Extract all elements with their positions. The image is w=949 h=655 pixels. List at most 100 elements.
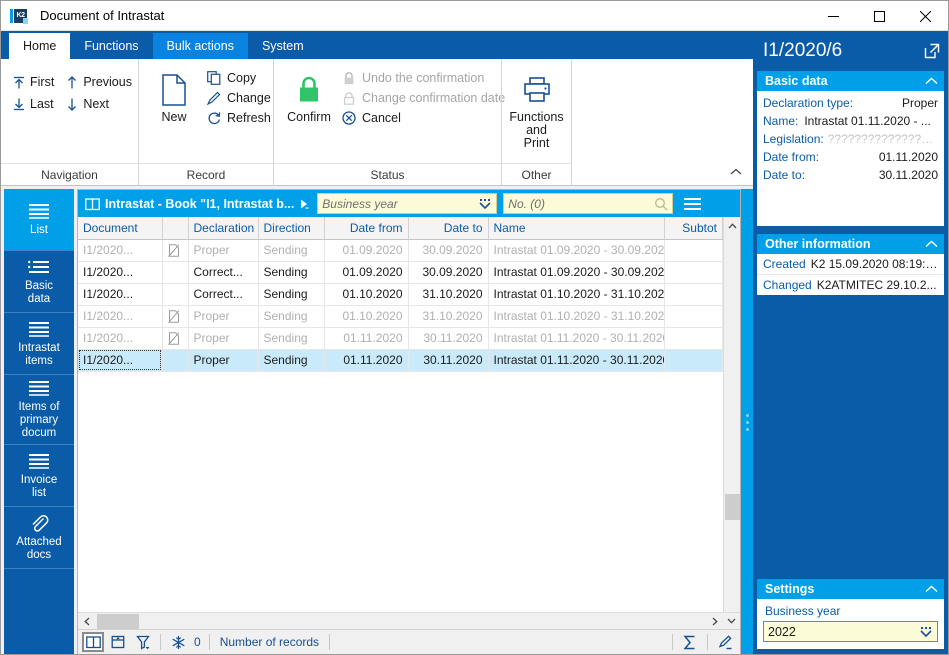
dropdown-fuzzy-icon[interactable] bbox=[478, 198, 492, 210]
scroll-down-arrow[interactable] bbox=[723, 613, 740, 630]
content-area: List Basic data Intrastat bbox=[1, 186, 753, 655]
cancel-button-label: Cancel bbox=[362, 111, 401, 125]
open-external-icon[interactable] bbox=[924, 43, 940, 59]
nav-first-button[interactable]: First bbox=[9, 73, 60, 91]
sidebar-item-attached-docs[interactable]: Attached docs bbox=[4, 507, 74, 569]
column-header-flag[interactable] bbox=[162, 217, 188, 239]
business-year-select[interactable]: 2022 bbox=[763, 621, 938, 642]
undo-confirmation-button[interactable]: Undo the confirmation bbox=[336, 69, 511, 87]
close-button[interactable] bbox=[902, 1, 948, 31]
tab-functions[interactable]: Functions bbox=[70, 33, 152, 59]
cell-date-from: 01.10.2020 bbox=[324, 305, 408, 327]
column-header-declaration[interactable]: Declaration bbox=[188, 217, 258, 239]
section-header-other-information[interactable]: Other information bbox=[757, 234, 944, 254]
snowflake-icon[interactable] bbox=[167, 632, 189, 652]
copy-button[interactable]: Copy bbox=[201, 69, 277, 87]
change-confirmation-date-button[interactable]: Change confirmation date bbox=[336, 89, 511, 107]
horizontal-scrollbar[interactable] bbox=[78, 612, 740, 629]
nav-next-button[interactable]: Next bbox=[62, 95, 138, 113]
caret-right-icon[interactable] bbox=[299, 198, 311, 210]
number-of-records-label[interactable]: Number of records bbox=[216, 635, 323, 649]
panel-splitter[interactable] bbox=[741, 189, 753, 655]
scroll-right-arrow[interactable] bbox=[706, 613, 723, 630]
column-header-subtotal[interactable]: Subtot bbox=[665, 217, 723, 239]
chevron-up-icon[interactable] bbox=[925, 77, 938, 85]
scroll-up-arrow[interactable] bbox=[724, 217, 741, 234]
archive-box-icon[interactable] bbox=[107, 632, 129, 652]
sidebar-item-intrastat-items[interactable]: Intrastat items bbox=[4, 313, 74, 375]
cell-name: Intrastat 01.11.2020 - 30.11.2020 bbox=[488, 349, 665, 371]
chevron-up-icon[interactable] bbox=[925, 585, 938, 593]
column-header-date-from[interactable]: Date from bbox=[324, 217, 408, 239]
table-row[interactable]: I1/2020... Proper Sending 01.10.2020 31.… bbox=[78, 305, 723, 327]
tab-home[interactable]: Home bbox=[9, 33, 70, 59]
grid-menu-button[interactable] bbox=[679, 193, 705, 214]
sidebar-item-basic-data-label-1: Basic bbox=[25, 280, 53, 293]
maximize-button[interactable] bbox=[856, 1, 902, 31]
sidebar-item-items-of-primary-document[interactable]: Items of primary docum bbox=[4, 375, 74, 445]
cell-name: Intrastat 01.09.2020 - 30.09.2020 bbox=[488, 239, 665, 261]
cell-direction: Sending bbox=[258, 283, 324, 305]
field-date-to: Date to: 30.11.2020 bbox=[757, 166, 944, 184]
column-header-document[interactable]: Document bbox=[78, 217, 162, 239]
sidebar-item-intrastat-items-label-1: Intrastat bbox=[18, 342, 60, 355]
table-row[interactable]: I1/2020... Proper Sending 01.11.2020 30.… bbox=[78, 327, 723, 349]
sidebar-item-invoice-list[interactable]: Invoice list bbox=[4, 445, 74, 507]
lock-open-icon bbox=[342, 91, 356, 105]
refresh-button[interactable]: Refresh bbox=[201, 109, 277, 127]
column-header-date-to[interactable]: Date to bbox=[408, 217, 488, 239]
ribbon-empty-area bbox=[571, 59, 753, 185]
column-header-name[interactable]: Name bbox=[488, 217, 665, 239]
tab-bulk-actions[interactable]: Bulk actions bbox=[153, 33, 248, 59]
filter-icon[interactable] bbox=[132, 632, 154, 652]
nav-last-button[interactable]: Last bbox=[9, 95, 60, 113]
sum-sigma-icon[interactable] bbox=[679, 632, 701, 652]
number-filter-input[interactable]: No. (0) bbox=[503, 193, 673, 214]
cell-date-from: 01.11.2020 bbox=[324, 349, 408, 371]
minimize-button[interactable] bbox=[810, 1, 856, 31]
business-year-filter-input[interactable]: Business year bbox=[317, 193, 497, 214]
cell-declaration: Correct... bbox=[188, 283, 258, 305]
search-icon[interactable] bbox=[654, 197, 668, 211]
tab-system[interactable]: System bbox=[248, 33, 318, 59]
change-button[interactable]: Change bbox=[201, 89, 277, 107]
book-view-icon[interactable] bbox=[82, 632, 104, 652]
document-crossed-icon bbox=[168, 310, 183, 323]
table-row[interactable]: I1/2020... Correct... Sending 01.10.2020… bbox=[78, 283, 723, 305]
sidebar-item-list[interactable]: List bbox=[4, 189, 74, 251]
status-divider bbox=[209, 634, 210, 650]
table-row[interactable]: I1/2020... Correct... Sending 01.09.2020… bbox=[78, 261, 723, 283]
vertical-scroll-track[interactable] bbox=[724, 234, 741, 612]
change-button-label: Change bbox=[227, 91, 271, 105]
section-header-basic-data[interactable]: Basic data bbox=[757, 71, 944, 91]
section-header-settings[interactable]: Settings bbox=[757, 579, 944, 599]
column-header-direction[interactable]: Direction bbox=[258, 217, 324, 239]
dropdown-fuzzy-icon[interactable] bbox=[919, 626, 933, 638]
grid-title-group[interactable]: Intrastat - Book "I1, Intrastat b... bbox=[78, 197, 311, 211]
functions-and-print-button[interactable]: Functions and Print bbox=[510, 65, 564, 154]
grid-table-wrapper: Document Declaration Direction Date from… bbox=[78, 217, 740, 654]
sidebar-item-basic-data[interactable]: Basic data bbox=[4, 251, 74, 313]
k2-app-icon: K2 bbox=[10, 8, 32, 24]
vertical-scroll-thumb[interactable] bbox=[725, 494, 740, 520]
vertical-scrollbar[interactable] bbox=[723, 217, 740, 612]
paperclip-icon bbox=[29, 514, 49, 532]
cell-document: I1/2020... bbox=[78, 239, 162, 261]
edit-pencil-icon[interactable] bbox=[714, 632, 736, 652]
pencil-icon bbox=[207, 91, 221, 105]
horizontal-scroll-track[interactable] bbox=[95, 613, 706, 630]
table-row-selected[interactable]: I1/2020... Proper Sending 01.11.2020 30.… bbox=[78, 349, 723, 371]
field-date-from-label: Date from: bbox=[763, 150, 819, 164]
confirm-button[interactable]: Confirm bbox=[282, 65, 336, 128]
chevron-up-icon[interactable] bbox=[925, 240, 938, 248]
horizontal-scroll-thumb[interactable] bbox=[97, 614, 139, 629]
new-button[interactable]: New bbox=[147, 65, 201, 128]
table-row[interactable]: I1/2020... Proper Sending 01.09.2020 30.… bbox=[78, 239, 723, 261]
refresh-button-label: Refresh bbox=[227, 111, 271, 125]
confirm-button-label: Confirm bbox=[287, 111, 331, 124]
copy-icon bbox=[207, 71, 221, 85]
scroll-left-arrow[interactable] bbox=[78, 613, 95, 630]
ribbon-collapse-button[interactable] bbox=[727, 163, 745, 181]
nav-previous-button[interactable]: Previous bbox=[62, 73, 138, 91]
cancel-button[interactable]: Cancel bbox=[336, 109, 511, 127]
